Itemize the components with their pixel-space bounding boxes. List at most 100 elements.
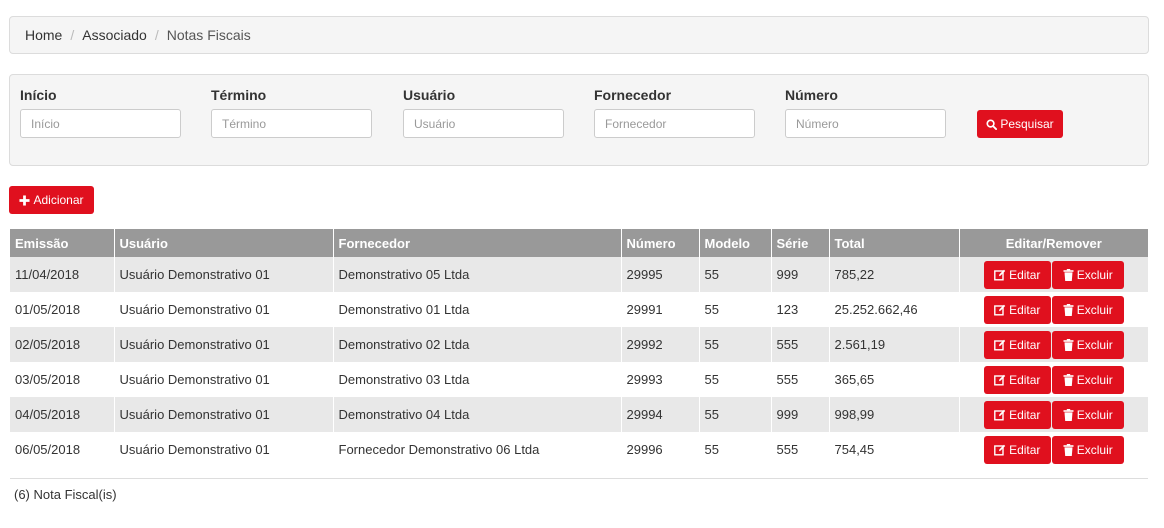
- column-header-usuario[interactable]: Usuário: [114, 229, 334, 257]
- table-row: 06/05/2018 Usuário Demonstrativo 01 Fornec…: [10, 432, 1148, 467]
- fornecedor-label: Fornecedor: [594, 87, 672, 103]
- serie-cell: 555: [771, 432, 830, 467]
- modelo-cell: 55: [699, 362, 772, 397]
- emissao-cell: 01/05/2018: [10, 292, 115, 327]
- table-row: 11/04/2018 Usuário Demonstrativo 01 Demons…: [10, 257, 1148, 292]
- usuario-cell: Usuário Demonstrativo 01: [114, 362, 334, 397]
- fornecedor-cell: Fornecedor Demonstrativo 06 Ltda: [333, 432, 622, 467]
- numero-input[interactable]: [785, 109, 946, 138]
- delete-button-label: Excluir: [1076, 267, 1113, 282]
- serie-cell: 555: [771, 362, 830, 397]
- breadcrumb-separator: /: [70, 27, 75, 43]
- table-row: 04/05/2018 Usuário Demonstrativo 01 Demons…: [10, 397, 1148, 432]
- numero-cell: 29992: [621, 327, 700, 362]
- usuario-cell: Usuário Demonstrativo 01: [114, 257, 334, 292]
- breadcrumb-associado-link[interactable]: Associado: [82, 27, 147, 43]
- emissao-cell: 11/04/2018: [10, 257, 115, 292]
- total-cell: 785,22: [829, 257, 960, 292]
- delete-button[interactable]: Excluir: [1051, 330, 1124, 359]
- filter-termino: Término: [211, 87, 372, 138]
- edit-button-label: Editar: [1009, 407, 1041, 422]
- column-header-serie[interactable]: Série: [771, 229, 830, 257]
- edit-button-label: Editar: [1009, 442, 1041, 457]
- trash-icon: [1063, 373, 1074, 386]
- delete-button-label: Excluir: [1076, 302, 1113, 317]
- edit-button[interactable]: Editar: [983, 365, 1051, 394]
- actions-cell: Editar Excluir: [959, 292, 1148, 327]
- breadcrumb-separator: /: [154, 27, 159, 43]
- actions-cell: Editar Excluir: [959, 362, 1148, 397]
- edit-button[interactable]: Editar: [983, 435, 1051, 464]
- actions-cell: Editar Excluir: [959, 327, 1148, 362]
- edit-icon: [994, 304, 1006, 316]
- divider: [10, 478, 1148, 479]
- breadcrumb: Home / Associado / Notas Fiscais: [9, 16, 1149, 54]
- termino-label: Término: [211, 87, 267, 103]
- emissao-cell: 06/05/2018: [10, 432, 115, 467]
- search-button[interactable]: Pesquisar: [977, 110, 1063, 138]
- edit-button-label: Editar: [1009, 337, 1041, 352]
- edit-icon: [994, 269, 1006, 281]
- filter-usuario: Usuário: [403, 87, 564, 138]
- edit-icon: [994, 409, 1006, 421]
- invoices-table: Emissão Usuário Fornecedor Número Modelo…: [10, 229, 1148, 467]
- record-count: (6) Nota Fiscal(is): [14, 487, 117, 502]
- delete-button-label: Excluir: [1076, 442, 1113, 457]
- inicio-label: Início: [20, 87, 57, 103]
- search-button-label: Pesquisar: [1000, 117, 1054, 131]
- serie-cell: 999: [771, 257, 830, 292]
- column-header-total[interactable]: Total: [829, 229, 960, 257]
- modelo-cell: 55: [699, 292, 772, 327]
- trash-icon: [1063, 443, 1074, 456]
- fornecedor-cell: Demonstrativo 03 Ltda: [333, 362, 622, 397]
- modelo-cell: 55: [699, 257, 772, 292]
- actions-cell: Editar Excluir: [959, 257, 1148, 292]
- modelo-cell: 55: [699, 397, 772, 432]
- emissao-cell: 04/05/2018: [10, 397, 115, 432]
- delete-button[interactable]: Excluir: [1051, 295, 1124, 324]
- column-header-modelo[interactable]: Modelo: [699, 229, 772, 257]
- usuario-input[interactable]: [403, 109, 564, 138]
- usuario-cell: Usuário Demonstrativo 01: [114, 432, 334, 467]
- delete-button[interactable]: Excluir: [1051, 260, 1124, 289]
- trash-icon: [1063, 303, 1074, 316]
- column-header-actions: Editar/Remover: [959, 229, 1148, 257]
- serie-cell: 123: [771, 292, 830, 327]
- inicio-input[interactable]: [20, 109, 181, 138]
- breadcrumb-current: Notas Fiscais: [166, 27, 251, 43]
- column-header-fornecedor[interactable]: Fornecedor: [333, 229, 622, 257]
- add-button[interactable]: Adicionar: [9, 186, 94, 214]
- delete-button[interactable]: Excluir: [1051, 400, 1124, 429]
- table-row: 02/05/2018 Usuário Demonstrativo 01 Demons…: [10, 327, 1148, 362]
- delete-button[interactable]: Excluir: [1051, 365, 1124, 394]
- filter-inicio: Início: [20, 87, 181, 138]
- fornecedor-cell: Demonstrativo 04 Ltda: [333, 397, 622, 432]
- total-cell: 2.561,19: [829, 327, 960, 362]
- fornecedor-input[interactable]: [594, 109, 755, 138]
- emissao-cell: 03/05/2018: [10, 362, 115, 397]
- breadcrumb-home-link[interactable]: Home: [25, 27, 62, 43]
- total-cell: 25.252.662,46: [829, 292, 960, 327]
- column-header-numero[interactable]: Número: [621, 229, 700, 257]
- fornecedor-cell: Demonstrativo 05 Ltda: [333, 257, 622, 292]
- delete-button-label: Excluir: [1076, 407, 1113, 422]
- edit-button[interactable]: Editar: [983, 295, 1051, 324]
- numero-cell: 29994: [621, 397, 700, 432]
- serie-cell: 999: [771, 397, 830, 432]
- delete-button[interactable]: Excluir: [1051, 435, 1124, 464]
- total-cell: 365,65: [829, 362, 960, 397]
- edit-icon: [994, 339, 1006, 351]
- fornecedor-cell: Demonstrativo 02 Ltda: [333, 327, 622, 362]
- column-header-emissao[interactable]: Emissão: [10, 229, 115, 257]
- edit-icon: [994, 444, 1006, 456]
- edit-button-label: Editar: [1009, 302, 1041, 317]
- actions-cell: Editar Excluir: [959, 397, 1148, 432]
- filter-panel: Início Término Usuário Fornecedor Número…: [9, 74, 1149, 166]
- filter-numero: Número: [785, 87, 946, 138]
- edit-button-label: Editar: [1009, 372, 1041, 387]
- edit-button[interactable]: Editar: [983, 330, 1051, 359]
- edit-button[interactable]: Editar: [983, 400, 1051, 429]
- edit-button[interactable]: Editar: [983, 260, 1051, 289]
- delete-button-label: Excluir: [1076, 372, 1113, 387]
- termino-input[interactable]: [211, 109, 372, 138]
